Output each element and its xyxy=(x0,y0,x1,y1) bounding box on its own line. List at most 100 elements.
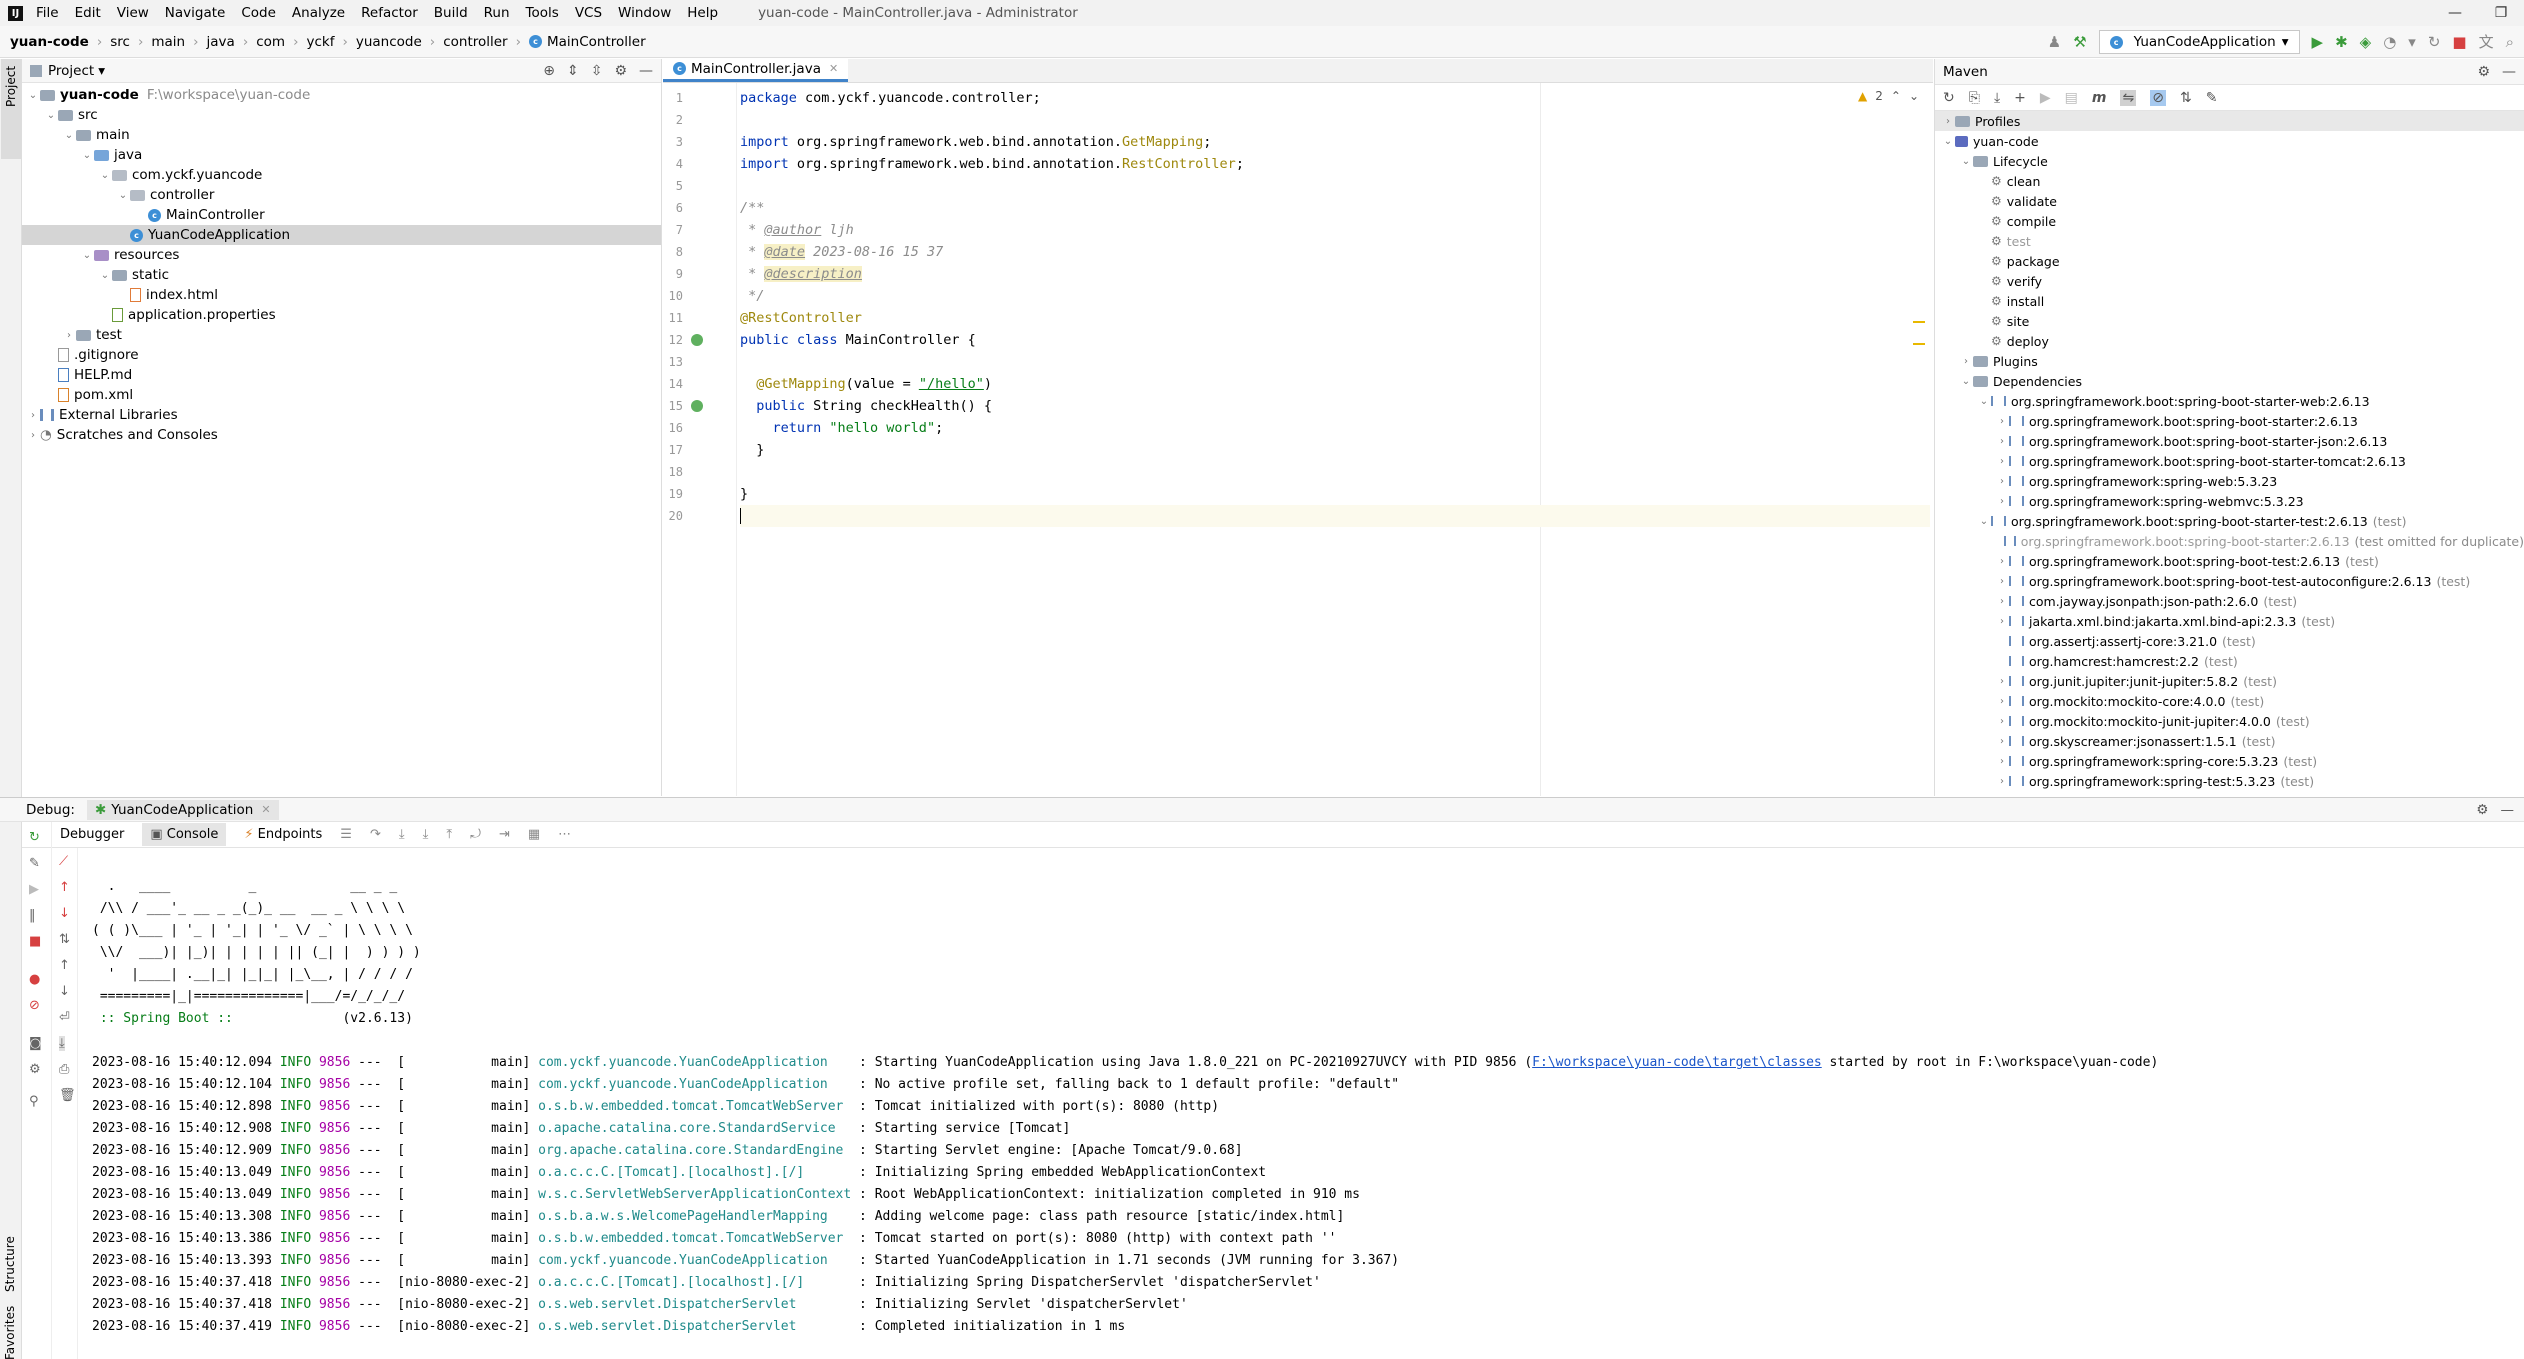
up-arrow-icon[interactable]: ↑ xyxy=(59,958,70,973)
favorites-tool-label[interactable]: Favorites xyxy=(3,1306,17,1359)
maven-tree-item[interactable]: › org.skyscreamer:jsonassert:1.5.1 (test) xyxy=(1935,731,2524,751)
sort-icon[interactable]: ⇅ xyxy=(59,932,70,947)
soft-wrap-icon[interactable]: ⏎ xyxy=(59,1010,70,1025)
chevron-right-icon[interactable]: › xyxy=(1941,116,1955,127)
maven-tree-item[interactable]: org.springframework.boot:spring-boot-sta… xyxy=(1935,531,2524,551)
project-tree-item[interactable]: ⌄ static xyxy=(22,265,661,285)
skip-tests-icon[interactable]: ⊘ xyxy=(2150,89,2166,106)
breadcrumb-item[interactable]: yuancode xyxy=(334,34,422,50)
close-icon[interactable]: ✕ xyxy=(829,62,838,75)
breadcrumb-item[interactable]: yuan-code xyxy=(10,34,89,50)
chevron-right-icon[interactable]: › xyxy=(26,430,40,441)
chevron-down-icon[interactable]: ⌄ xyxy=(62,130,76,141)
chevron-down-icon[interactable]: ⌄ xyxy=(1977,516,1991,527)
hide-icon[interactable]: — xyxy=(2502,64,2516,80)
maven-m-icon[interactable]: m xyxy=(2092,90,2107,106)
build-hammer-icon[interactable]: ⚒ xyxy=(2073,34,2086,50)
maven-tree-item[interactable]: › org.springframework.boot:spring-boot-st… xyxy=(1935,411,2524,431)
hide-icon[interactable]: — xyxy=(639,63,653,79)
expand-all-icon[interactable]: ⇕ xyxy=(567,63,579,79)
inspection-widget[interactable]: ▲ 2 ⌃ ⌄ xyxy=(1858,89,1919,103)
project-tree-item[interactable]: › ◔ Scratches and Consoles xyxy=(22,425,661,445)
generate-sources-icon[interactable]: ⎘ xyxy=(1969,90,1980,106)
maven-tree-item[interactable]: › Profiles xyxy=(1935,111,2524,131)
restore-icon[interactable]: ❐ xyxy=(2478,5,2524,21)
chevron-right-icon[interactable]: › xyxy=(1995,736,2009,747)
up-stack-icon[interactable]: ↑ xyxy=(59,880,70,895)
maven-tree-item[interactable]: › org.springframework.boot:spring-boot-te… xyxy=(1935,571,2524,591)
toggle-offline-icon[interactable]: ⇋ xyxy=(2120,89,2137,106)
add-icon[interactable]: + xyxy=(2014,90,2026,106)
chevron-right-icon[interactable]: › xyxy=(62,330,76,341)
layout-icon[interactable]: ☰ xyxy=(340,827,352,842)
run-to-cursor-icon[interactable]: ⇥ xyxy=(499,827,510,842)
profile-icon[interactable]: ◔ xyxy=(2383,34,2396,50)
chevron-down-icon[interactable]: ⌄ xyxy=(80,250,94,261)
rerun-icon[interactable]: ↻ xyxy=(29,830,40,845)
maven-tree-item[interactable]: ⌄ Lifecycle xyxy=(1935,151,2524,171)
user-icon[interactable]: ♟ xyxy=(2048,34,2061,50)
chevron-up-icon[interactable]: ⌃ xyxy=(1891,89,1901,103)
bean-gutter-icon[interactable] xyxy=(691,334,703,346)
chevron-down-icon[interactable]: ⌄ xyxy=(1977,396,1991,407)
reload-icon[interactable]: ↻ xyxy=(1943,90,1955,106)
log-path-link[interactable]: F:\workspace\yuan-code\target\classes xyxy=(1532,1055,1822,1070)
stop-icon[interactable]: ■ xyxy=(2452,34,2466,50)
chevron-down-icon[interactable]: ▾ xyxy=(98,63,105,79)
project-tree-item[interactable]: ⌄ main xyxy=(22,125,661,145)
chevron-right-icon[interactable]: › xyxy=(1995,456,2009,467)
chevron-right-icon[interactable]: › xyxy=(1995,556,2009,567)
menu-item-run[interactable]: Run xyxy=(484,5,510,21)
chevron-right-icon[interactable]: › xyxy=(26,410,40,421)
resume-icon[interactable]: ▶ xyxy=(29,882,39,897)
chevron-right-icon[interactable]: › xyxy=(1995,476,2009,487)
gear-icon[interactable]: ⚙ xyxy=(2476,802,2488,818)
chevron-right-icon[interactable]: › xyxy=(1995,576,2009,587)
breadcrumb-item[interactable]: src xyxy=(89,34,130,50)
warning-stripe[interactable] xyxy=(1913,321,1925,323)
camera-icon[interactable]: ◙ xyxy=(29,1036,42,1051)
step-out-icon[interactable]: ⤒ xyxy=(446,827,452,842)
project-tree-item[interactable]: application.properties xyxy=(22,305,661,325)
chevron-right-icon[interactable]: › xyxy=(1995,436,2009,447)
breadcrumb-item[interactable]: com xyxy=(235,34,285,50)
maven-tree-item[interactable]: › jakarta.xml.bind:jakarta.xml.bind-api:2… xyxy=(1935,611,2524,631)
rerun-icon[interactable]: ↻ xyxy=(2428,34,2441,50)
gear-icon[interactable]: ⚙ xyxy=(29,1062,41,1077)
trace-icon[interactable]: ⋯ xyxy=(558,827,571,842)
chevron-down-icon[interactable]: ⌄ xyxy=(1941,136,1955,147)
chevron-down-icon[interactable]: ⌄ xyxy=(116,190,130,201)
maven-tree-item[interactable]: › org.mockito:mockito-junit-jupiter:4.0.0… xyxy=(1935,711,2524,731)
debug-session-tab[interactable]: ✱ YuanCodeApplication ✕ xyxy=(86,799,279,820)
debug-bug-icon[interactable]: ✱ xyxy=(2335,34,2348,50)
editor-tab-maincontroller[interactable]: c MainController.java ✕ xyxy=(663,58,849,82)
menu-item-build[interactable]: Build xyxy=(434,5,468,21)
maven-tree-item[interactable]: ⚙ compile xyxy=(1935,211,2524,231)
chevron-down-icon[interactable]: ⌄ xyxy=(1909,89,1919,103)
console-output[interactable]: . ____ _ __ _ _ /\\ / ___'_ __ _ _(_)_ _… xyxy=(92,876,2512,1338)
maven-tree-item[interactable]: ⚙ test xyxy=(1935,231,2524,251)
menu-item-file[interactable]: File xyxy=(36,5,59,21)
minimize-icon[interactable]: — xyxy=(2432,5,2478,21)
project-tree-item[interactable]: ⌄ yuan-code F:\workspace\yuan-code xyxy=(22,85,661,105)
maven-tree-item[interactable]: ⌄ org.springframework.boot:spring-boot-st… xyxy=(1935,511,2524,531)
project-tree-item[interactable]: ⌄ com.yckf.yuancode xyxy=(22,165,661,185)
mute-breakpoints-icon[interactable]: ⊘ xyxy=(29,998,40,1013)
maven-tree-item[interactable]: ⌄ org.springframework.boot:spring-boot-st… xyxy=(1935,391,2524,411)
chevron-down-icon[interactable]: ⌄ xyxy=(1959,376,1973,387)
coverage-icon[interactable]: ◈ xyxy=(2360,34,2372,50)
view-breakpoints-icon[interactable]: ● xyxy=(29,972,40,987)
project-tree-item[interactable]: ⌄ controller xyxy=(22,185,661,205)
run-maven-icon[interactable]: ▶ xyxy=(2040,90,2051,106)
breadcrumb-item[interactable]: main xyxy=(130,34,185,50)
tab-console[interactable]: ▣ Console xyxy=(142,823,227,846)
chevron-down-icon[interactable]: ⌄ xyxy=(26,90,40,101)
evaluate-icon[interactable]: ▦ xyxy=(528,827,540,842)
locate-icon[interactable]: ⊕ xyxy=(543,63,555,79)
maven-tree-item[interactable]: › org.springframework:spring-test:5.3.23(… xyxy=(1935,771,2524,791)
trash-icon[interactable]: 🗑 xyxy=(59,1088,76,1103)
translate-icon[interactable]: 文 xyxy=(2479,34,2494,50)
maven-tree-item[interactable]: › org.springframework.boot:spring-boot-st… xyxy=(1935,431,2524,451)
project-tree-item[interactable]: HELP.md xyxy=(22,365,661,385)
chevron-right-icon[interactable]: › xyxy=(1995,716,2009,727)
